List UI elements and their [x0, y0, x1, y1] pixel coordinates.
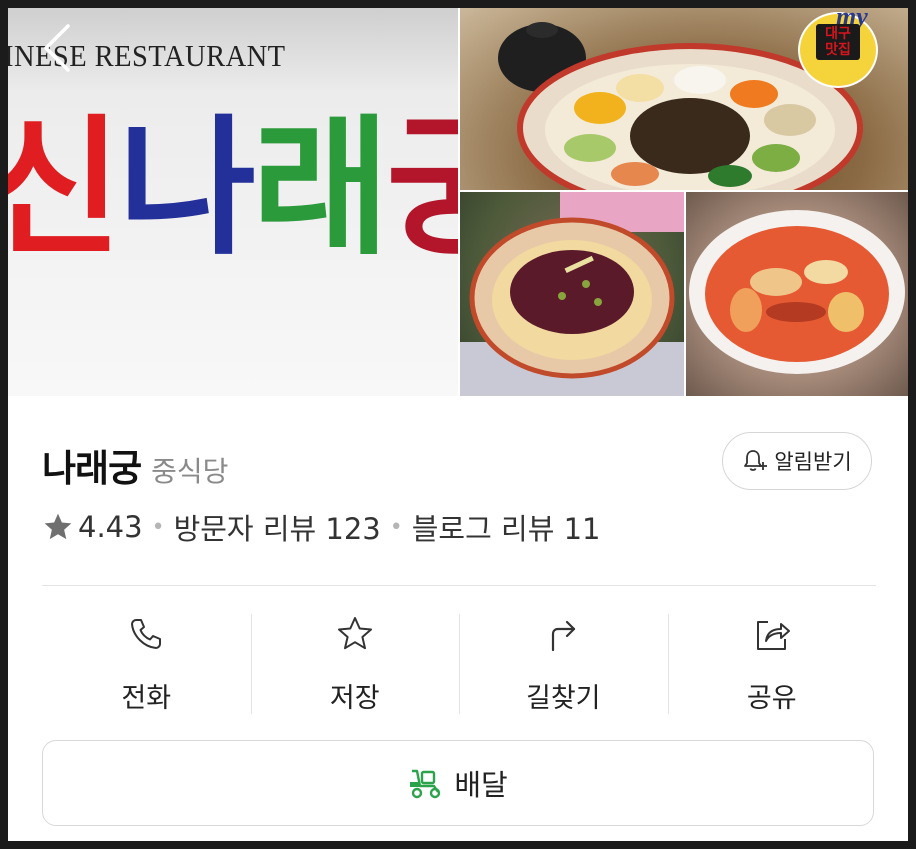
delivery-label: 배달	[454, 768, 508, 802]
badge-label: 대구 맛집	[816, 24, 860, 60]
divider	[42, 585, 876, 586]
food-photo-jjamppong[interactable]	[686, 192, 908, 396]
sign-char-4: 궁	[386, 102, 458, 276]
alert-subscribe-label: 알림받기	[774, 450, 852, 474]
separator-dot: •	[389, 514, 403, 540]
share-label: 공유	[746, 683, 797, 714]
directions-label: 길찾기	[525, 683, 601, 714]
main-photo[interactable]: INESE RESTAURANT 신나래궁	[8, 8, 458, 396]
alert-subscribe-button[interactable]: 알림받기	[722, 432, 872, 490]
title-row: 나래궁 중식당	[42, 438, 228, 492]
action-bar: 전화 저장 길찾기 공유	[42, 612, 876, 716]
rating-review-row: 4.43 • 방문자 리뷰 123 • 블로그 리뷰 11	[42, 506, 601, 548]
food-photo-jjajangmyeon[interactable]	[460, 192, 684, 396]
place-name: 나래궁	[42, 447, 142, 490]
place-card: INESE RESTAURANT 신나래궁 my 대구 맛집 나래궁 중식당 알…	[8, 8, 908, 841]
back-icon[interactable]	[38, 22, 78, 74]
star-filled-icon	[44, 513, 72, 540]
save-label: 저장	[329, 683, 380, 714]
sign-char-1: 신	[8, 102, 122, 276]
share-icon	[756, 621, 790, 650]
call-label: 전화	[121, 683, 172, 714]
sign-char-2: 나	[118, 102, 256, 276]
visitor-review-link[interactable]: 방문자 리뷰 123	[174, 506, 381, 548]
share-button[interactable]: 공유	[667, 612, 877, 716]
directions-button[interactable]: 길찾기	[459, 612, 668, 716]
sign-char-3: 래	[252, 102, 390, 276]
separator-dot: •	[151, 514, 165, 540]
blog-review-link[interactable]: 블로그 리뷰 11	[412, 506, 601, 548]
delivery-scooter-icon	[410, 769, 441, 799]
directions-icon	[552, 620, 576, 652]
rating-value: 4.43	[78, 510, 143, 544]
place-category: 중식당	[151, 455, 229, 488]
delivery-button[interactable]: 배달	[42, 740, 874, 826]
bell-plus-icon	[744, 450, 768, 471]
save-button[interactable]: 저장	[250, 612, 460, 716]
sign-korean-text: 신나래궁	[8, 114, 458, 264]
star-outline-icon	[337, 617, 372, 650]
phone-icon	[131, 619, 162, 649]
call-button[interactable]: 전화	[42, 612, 251, 716]
